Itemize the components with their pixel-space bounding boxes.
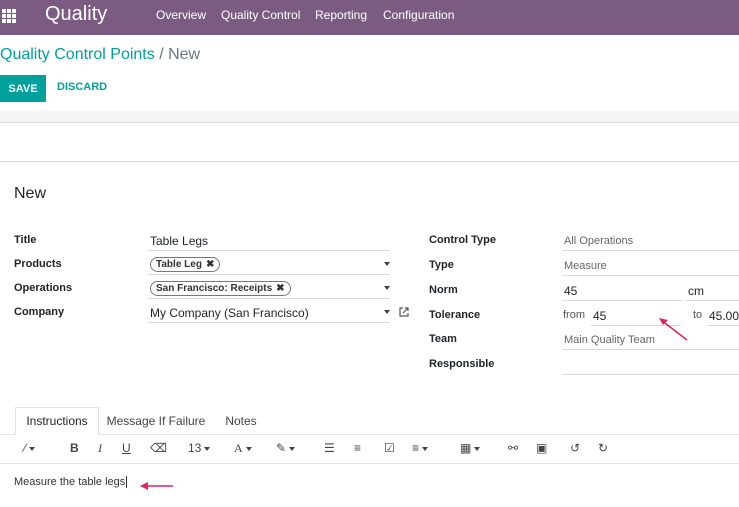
font-size-value: 13: [188, 441, 202, 455]
responsible-field[interactable]: [562, 355, 739, 375]
font-size-dropdown[interactable]: 13: [188, 441, 211, 455]
save-button[interactable]: SAVE: [0, 75, 46, 102]
tolerance-to-field[interactable]: 45.00: [707, 306, 739, 326]
link-icon[interactable]: ⚯: [508, 441, 518, 455]
team-field[interactable]: Main Quality Team: [562, 330, 739, 350]
tab-instructions[interactable]: Instructions: [15, 407, 99, 435]
bold-icon[interactable]: B: [70, 441, 79, 455]
menu-reporting[interactable]: Reporting: [315, 8, 367, 22]
operation-tag: San Francisco: Receipts ✖: [150, 281, 291, 296]
product-tag-label: Table Leg: [156, 259, 202, 270]
checklist-icon[interactable]: ☑: [384, 441, 395, 455]
norm-unit-value: cm: [688, 283, 704, 298]
type-label: Type: [429, 259, 454, 271]
editor-text: Measure the table legs: [14, 476, 126, 488]
menu-overview[interactable]: Overview: [156, 8, 206, 22]
type-field[interactable]: Measure: [562, 256, 739, 276]
image-icon[interactable]: ▣: [536, 441, 547, 455]
sheet-top-divider: [0, 161, 739, 162]
annotation-arrow-icon: [659, 318, 688, 341]
norm-label: Norm: [429, 284, 458, 296]
annotation-arrow-icon: [140, 482, 173, 490]
control-type-label: Control Type: [429, 234, 497, 246]
tab-message-if-failure[interactable]: Message If Failure: [101, 407, 211, 435]
norm-value: 45: [564, 283, 578, 298]
company-label: Company: [14, 306, 65, 318]
breadcrumb-current: New: [168, 46, 201, 63]
tolerance-to-value: 45.00: [709, 308, 739, 323]
editor-toolbar: ⁄ B I U ⌫ 13 A ✎ ☰ ≡ ☑ ≡ ▦ ⚯ ▣ ↺ ↻: [0, 435, 739, 464]
status-bar: [0, 111, 739, 123]
tolerance-from-value: 45: [593, 308, 607, 323]
norm-field[interactable]: 45: [562, 281, 682, 301]
style-magic-icon[interactable]: ⁄: [24, 441, 36, 455]
unordered-list-icon[interactable]: ☰: [324, 441, 335, 455]
text-cursor: [126, 476, 128, 489]
remove-tag-icon[interactable]: ✖: [206, 259, 214, 270]
editor-content[interactable]: Measure the table legs: [14, 476, 128, 489]
title-label: Title: [14, 234, 37, 246]
discard-button[interactable]: DISCARD: [57, 81, 107, 93]
paintbrush-icon[interactable]: ✎: [276, 441, 296, 455]
team-label: Team: [429, 333, 457, 345]
top-navbar: Quality Overview Quality Control Reporti…: [0, 0, 739, 35]
tab-notes[interactable]: Notes: [215, 407, 267, 435]
redo-icon[interactable]: ↻: [598, 441, 608, 455]
undo-icon[interactable]: ↺: [570, 441, 580, 455]
control-type-field[interactable]: All Operations: [562, 231, 739, 251]
ordered-list-icon[interactable]: ≡: [354, 441, 361, 455]
title-field[interactable]: Table Legs: [148, 231, 390, 251]
responsible-label: Responsible: [429, 358, 495, 370]
title-value: Table Legs: [150, 233, 209, 248]
tolerance-label: Tolerance: [429, 309, 481, 321]
tolerance-to-label: to: [693, 309, 703, 321]
underline-icon[interactable]: U: [122, 441, 131, 455]
chevron-down-icon[interactable]: [384, 286, 390, 290]
products-label: Products: [14, 258, 62, 270]
products-field[interactable]: Table Leg ✖: [148, 255, 390, 275]
operation-tag-label: San Francisco: Receipts: [156, 283, 273, 294]
menu-configuration[interactable]: Configuration: [383, 8, 454, 22]
external-link-icon[interactable]: [398, 306, 410, 318]
eraser-icon[interactable]: ⌫: [150, 441, 167, 455]
operations-field[interactable]: San Francisco: Receipts ✖: [148, 279, 390, 299]
remove-tag-icon[interactable]: ✖: [276, 283, 284, 294]
breadcrumb-separator: /: [159, 46, 164, 63]
font-color-icon[interactable]: A: [234, 441, 252, 456]
product-tag: Table Leg ✖: [150, 257, 221, 272]
italic-icon[interactable]: I: [98, 441, 102, 456]
chevron-down-icon[interactable]: [384, 310, 390, 314]
form-title: New: [14, 185, 47, 202]
tolerance-from-label: from: [563, 309, 585, 321]
menu-quality-control[interactable]: Quality Control: [221, 8, 300, 22]
breadcrumb: Quality Control Points / New: [0, 46, 200, 64]
chevron-down-icon[interactable]: [384, 262, 390, 266]
align-icon[interactable]: ≡: [412, 441, 429, 455]
type-value: Measure: [564, 259, 607, 272]
table-icon[interactable]: ▦: [460, 441, 481, 455]
breadcrumb-parent[interactable]: Quality Control Points: [0, 46, 155, 63]
company-field[interactable]: My Company (San Francisco): [148, 303, 390, 323]
apps-grid-icon[interactable]: [2, 9, 16, 23]
operations-label: Operations: [14, 282, 73, 294]
app-brand[interactable]: Quality: [45, 3, 107, 26]
company-value: My Company (San Francisco): [150, 305, 309, 320]
control-type-value: All Operations: [564, 234, 634, 247]
team-value: Main Quality Team: [564, 333, 655, 346]
norm-unit-field[interactable]: cm: [686, 281, 739, 301]
